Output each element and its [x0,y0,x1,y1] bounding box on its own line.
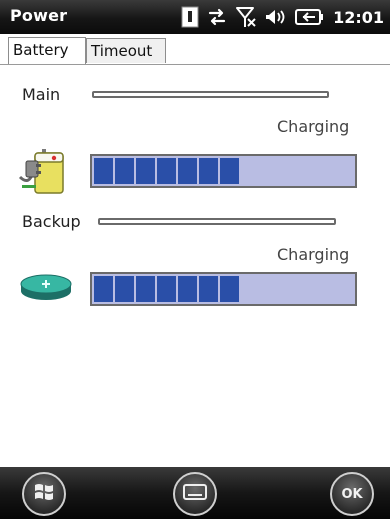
level-segment [94,158,113,184]
level-segment [136,158,155,184]
tab-timeout[interactable]: Timeout [86,38,166,63]
status-bar[interactable]: Power 12:01 [0,0,390,34]
keyboard-button[interactable] [173,472,217,516]
level-segment [136,276,155,302]
level-segment [115,158,134,184]
main-battery-level-fill [92,156,239,186]
level-segment [157,158,176,184]
windows-start-button[interactable] [22,472,66,516]
backup-battery-status: Charging [277,245,350,264]
no-signal-icon [235,6,257,28]
volume-icon [265,7,287,27]
status-icons: 12:01 [181,4,384,30]
ok-label: OK [341,486,363,502]
keyboard-icon [183,484,207,504]
backup-battery-icon [20,272,74,306]
main-battery-label: Main [22,85,61,104]
level-segment [178,276,197,302]
backup-battery-label: Backup [22,212,81,231]
level-segment [94,276,113,302]
level-segment [157,276,176,302]
app-title: Power [10,6,68,25]
notification-icon[interactable] [181,6,199,28]
data-connection-icon [207,7,227,27]
clock[interactable]: 12:01 [333,8,384,27]
level-segment [220,158,239,184]
power-settings-screen: Power 12:01 Battery Timeout Main Chargin… [0,0,390,519]
soft-key-bar: OK [0,467,390,519]
level-segment [220,276,239,302]
tab-battery[interactable]: Battery [8,37,86,64]
main-battery-thin-bar [92,91,329,98]
main-battery-level-bar [90,154,357,188]
windows-start-icon [33,481,55,507]
level-segment [199,276,218,302]
backup-battery-thin-bar [98,218,336,225]
level-segment [178,158,197,184]
tab-strip: Battery Timeout [0,34,390,65]
main-battery-status: Charging [277,117,350,136]
level-segment [199,158,218,184]
backup-battery-level-fill [92,274,239,304]
level-segment [115,276,134,302]
ok-button[interactable]: OK [330,472,374,516]
backup-battery-level-bar [90,272,357,306]
battery-icon [295,8,324,26]
main-battery-charging-icon [18,145,72,199]
